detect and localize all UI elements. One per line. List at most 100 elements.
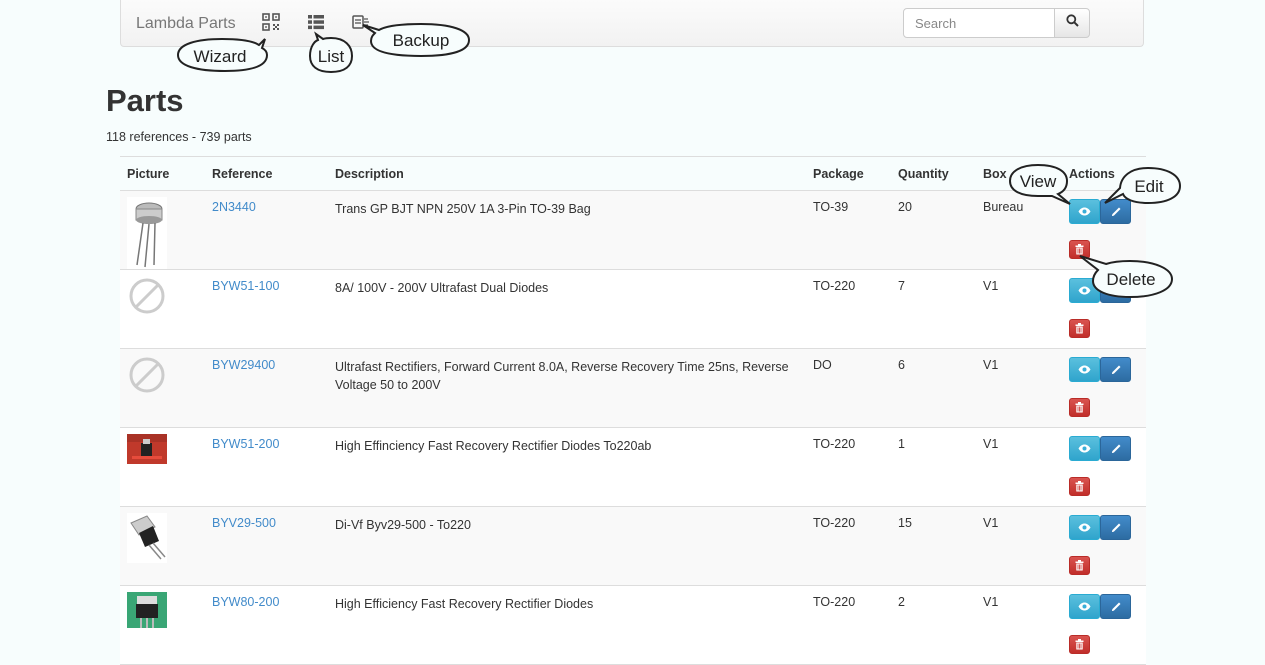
table-row: BYW51-100 8A/ 100V - 200V Ultrafast Dual … <box>120 269 1146 349</box>
quantity-cell: 1 <box>891 427 976 507</box>
reference-link[interactable]: BYW29400 <box>212 358 275 372</box>
eye-icon <box>1078 523 1091 532</box>
trash-icon <box>1075 323 1084 334</box>
actions-cell <box>1062 427 1146 507</box>
quantity-cell: 20 <box>891 190 976 270</box>
table-row: BYW80-200 High Efficiency Fast Recovery R… <box>120 585 1146 665</box>
column-header-picture: Picture <box>120 156 205 191</box>
package-cell: DO <box>806 348 891 428</box>
list-icon[interactable] <box>307 13 325 31</box>
view-button[interactable] <box>1069 436 1100 461</box>
package-cell: TO-220 <box>806 506 891 586</box>
callout-list-text: List <box>318 47 345 66</box>
parts-count: 118 references - 739 parts <box>106 130 252 144</box>
pencil-icon <box>1110 443 1122 455</box>
box-cell: V1 <box>976 427 1062 507</box>
reference-link[interactable]: BYW51-200 <box>212 437 279 451</box>
delete-button[interactable] <box>1069 319 1090 338</box>
column-header-quantity: Quantity <box>891 156 976 191</box>
eye-icon <box>1078 602 1091 611</box>
qr-code-icon[interactable] <box>262 13 280 31</box>
actions-cell <box>1062 348 1146 428</box>
search-input[interactable] <box>903 8 1055 38</box>
table-row: BYW29400 Ultrafast Rectifiers, Forward Cu… <box>120 348 1146 428</box>
reference-link[interactable]: BYW80-200 <box>212 595 279 609</box>
description-cell: High Efficiency Fast Recovery Rectifier … <box>328 585 806 665</box>
page-title: Parts <box>106 83 184 118</box>
reference-link[interactable]: BYV29-500 <box>212 516 276 530</box>
eye-icon <box>1078 207 1091 216</box>
reference-cell: BYW51-100 <box>205 269 328 349</box>
table-row: BYW51-200 High Effinciency Fast Recovery … <box>120 427 1146 507</box>
delete-button[interactable] <box>1069 477 1090 496</box>
eye-icon <box>1078 365 1091 374</box>
picture-cell <box>120 190 205 270</box>
part-picture[interactable] <box>127 434 167 504</box>
part-picture[interactable] <box>127 197 167 269</box>
reference-cell: BYV29-500 <box>205 506 328 586</box>
actions-cell <box>1062 506 1146 586</box>
quantity-cell: 7 <box>891 269 976 349</box>
callout-wizard-text: Wizard <box>194 47 247 66</box>
picture-cell <box>120 427 205 507</box>
pencil-icon <box>1110 364 1122 376</box>
delete-button[interactable] <box>1069 398 1090 417</box>
reference-cell: BYW29400 <box>205 348 328 428</box>
picture-cell <box>120 348 205 428</box>
edit-button[interactable] <box>1100 436 1131 461</box>
reference-cell: BYW80-200 <box>205 585 328 665</box>
delete-button[interactable] <box>1069 556 1090 575</box>
edit-button[interactable] <box>1100 357 1131 382</box>
box-cell: V1 <box>976 506 1062 586</box>
column-header-package: Package <box>806 156 891 191</box>
picture-cell <box>120 506 205 586</box>
parts-table: Picture Reference Description Package Qu… <box>120 156 1146 665</box>
description-cell: Ultrafast Rectifiers, Forward Current 8.… <box>328 348 806 428</box>
reference-link[interactable]: 2N3440 <box>212 200 256 214</box>
description-cell: High Effinciency Fast Recovery Rectifier… <box>328 427 806 507</box>
edit-button[interactable] <box>1100 515 1131 540</box>
column-header-reference: Reference <box>205 156 328 191</box>
brand-link[interactable]: Lambda Parts <box>136 15 236 33</box>
picture-cell <box>120 585 205 665</box>
part-picture[interactable] <box>127 592 167 662</box>
trash-icon <box>1075 481 1084 492</box>
reference-link[interactable]: BYW51-100 <box>212 279 279 293</box>
part-picture[interactable] <box>127 513 167 583</box>
quantity-cell: 2 <box>891 585 976 665</box>
callout-view-text: View <box>1020 172 1057 191</box>
pencil-icon <box>1110 601 1122 613</box>
part-picture[interactable] <box>127 355 167 425</box>
reference-cell: 2N3440 <box>205 190 328 270</box>
edit-button[interactable] <box>1100 594 1131 619</box>
table-row: BYV29-500 Di-Vf Byv29-500 - To220 TO-220 15… <box>120 506 1146 586</box>
table-header-row: Picture Reference Description Package Qu… <box>120 156 1146 191</box>
callout-backup-text: Backup <box>393 31 450 50</box>
callout-delete-text: Delete <box>1106 270 1155 289</box>
callout-list: List <box>308 31 357 80</box>
table-row: 2N3440 Trans GP BJT NPN 250V 1A 3-Pin TO-… <box>120 190 1146 270</box>
quantity-cell: 15 <box>891 506 976 586</box>
callout-delete: Delete <box>1078 254 1178 305</box>
trash-icon <box>1075 402 1084 413</box>
part-picture[interactable] <box>127 276 167 346</box>
search-icon <box>1065 14 1079 32</box>
box-cell: V1 <box>976 348 1062 428</box>
view-button[interactable] <box>1069 594 1100 619</box>
box-cell: V1 <box>976 585 1062 665</box>
callout-wizard: Wizard <box>176 37 272 80</box>
package-cell: TO-220 <box>806 585 891 665</box>
pencil-icon <box>1110 522 1122 534</box>
view-button[interactable] <box>1069 357 1100 382</box>
description-cell: Trans GP BJT NPN 250V 1A 3-Pin TO-39 Bag <box>328 190 806 270</box>
package-cell: TO-220 <box>806 427 891 507</box>
callout-view: View <box>1008 162 1078 211</box>
package-cell: TO-220 <box>806 269 891 349</box>
description-cell: 8A/ 100V - 200V Ultrafast Dual Diodes <box>328 269 806 349</box>
package-cell: TO-39 <box>806 190 891 270</box>
quantity-cell: 6 <box>891 348 976 428</box>
delete-button[interactable] <box>1069 635 1090 654</box>
view-button[interactable] <box>1069 515 1100 540</box>
search-button[interactable] <box>1054 8 1090 38</box>
picture-cell <box>120 269 205 349</box>
